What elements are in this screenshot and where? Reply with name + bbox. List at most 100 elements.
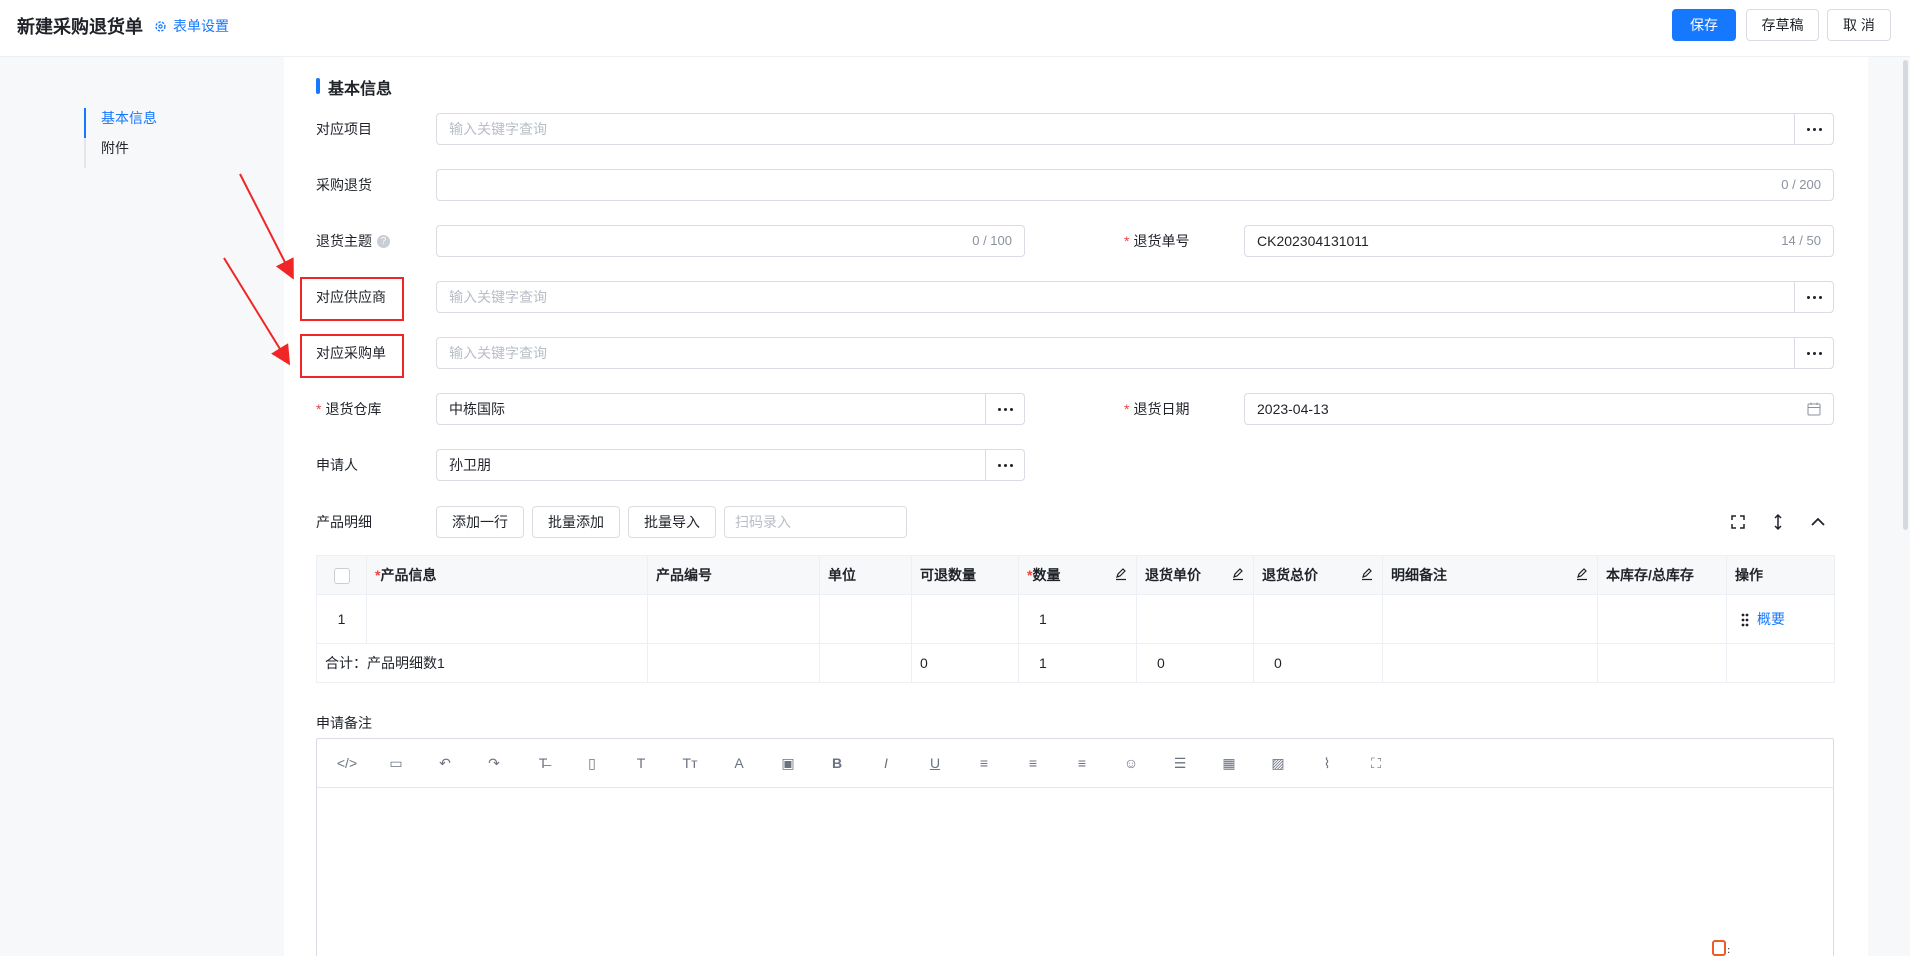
edit-icon[interactable]: [1114, 567, 1128, 581]
purchase-return-input[interactable]: 0 / 200: [436, 169, 1834, 201]
applicant-value: 孙卫朋: [449, 457, 491, 473]
applicant-input[interactable]: 孙卫朋: [436, 449, 1025, 481]
background-color-icon[interactable]: ▣: [778, 753, 798, 773]
applicant-more-button[interactable]: [985, 449, 1025, 481]
section-title: 基本信息: [316, 75, 392, 99]
document-icon[interactable]: ▯: [582, 753, 602, 773]
subject-input[interactable]: 0 / 100: [436, 225, 1025, 257]
cancel-button[interactable]: 取 消: [1827, 9, 1891, 41]
fullscreen-icon[interactable]: ⛶: [1366, 753, 1386, 773]
summary-total: 0: [1253, 643, 1383, 683]
cell-price[interactable]: [1136, 594, 1254, 644]
cell-qty[interactable]: 1: [1018, 594, 1137, 644]
edit-icon[interactable]: [1575, 567, 1589, 581]
more-icon: [1806, 295, 1822, 299]
anchor-item-attachments[interactable]: 附件: [86, 138, 157, 168]
return-date-picker[interactable]: 2023-04-13: [1244, 393, 1834, 425]
help-icon[interactable]: ?: [377, 234, 390, 248]
align-right-icon[interactable]: ≡: [1072, 753, 1092, 773]
products-label: 产品明细: [316, 514, 372, 530]
project-label: 对应项目: [316, 121, 372, 137]
bold-icon[interactable]: B: [827, 753, 847, 773]
collapse-icon[interactable]: [1808, 512, 1828, 532]
edit-icon[interactable]: [1231, 567, 1245, 581]
scan-input[interactable]: 扫码录入: [724, 506, 907, 538]
supplier-more-button[interactable]: [1794, 281, 1834, 313]
form-settings-link[interactable]: 表单设置: [154, 16, 229, 36]
return-date-value: 2023-04-13: [1257, 401, 1329, 417]
image-icon[interactable]: ▨: [1268, 753, 1288, 773]
return-no-label-text: 退货单号: [1133, 233, 1190, 249]
purchase-order-input[interactable]: 输入关键字查询: [436, 337, 1834, 369]
attachment-icon[interactable]: ⌇: [1317, 753, 1337, 773]
warehouse-label: * 退货仓库: [316, 393, 381, 425]
col-return-total: 退货总价: [1253, 555, 1383, 595]
summary-link[interactable]: 概要: [1757, 611, 1785, 627]
required-mark: *: [1124, 401, 1130, 417]
strikethrough-icon[interactable]: T̶: [533, 753, 553, 773]
char-count: 0 / 200: [1781, 177, 1821, 192]
page-header: 新建采购退货单 表单设置 保存 存草稿 取 消: [0, 0, 1910, 57]
warehouse-value: 中栋国际: [449, 401, 505, 417]
supplier-placeholder: 输入关键字查询: [449, 289, 547, 305]
cell-returnable: [911, 594, 1019, 644]
batch-add-button[interactable]: 批量添加: [532, 506, 620, 538]
cell-code: [647, 594, 820, 644]
project-more-button[interactable]: [1794, 113, 1834, 145]
return-no-input[interactable]: CK202304131011 14 / 50: [1244, 225, 1834, 257]
line-height-icon[interactable]: ☰: [1170, 753, 1190, 773]
rich-text-editor[interactable]: </> ▭ ↶ ↷ T̶ ▯ T Tт A ▣ B I U ≡ ≡ ≡ ☺ ☰ …: [316, 738, 1834, 956]
more-icon: [997, 463, 1013, 467]
save-draft-button[interactable]: 存草稿: [1746, 9, 1819, 41]
project-input[interactable]: 输入关键字查询: [436, 113, 1834, 145]
font-size-icon[interactable]: Tт: [680, 753, 700, 773]
col-returnable-qty: 可退数量: [911, 555, 1019, 595]
row-height-icon[interactable]: [1768, 512, 1788, 532]
emoji-icon[interactable]: ☺: [1121, 753, 1141, 773]
select-all-checkbox[interactable]: [333, 567, 350, 584]
drag-handle-icon[interactable]: [1741, 613, 1749, 627]
summary-row: 合计：产品明细数1 0 1 0 0: [316, 643, 1835, 683]
template-icon[interactable]: ▭: [386, 753, 406, 773]
font-color-icon[interactable]: A: [729, 753, 749, 773]
edit-icon[interactable]: [1360, 567, 1374, 581]
redo-icon[interactable]: ↷: [484, 753, 504, 773]
cell-total[interactable]: [1253, 594, 1383, 644]
purchase-return-label: 采购退货: [316, 177, 372, 193]
col-item-remark: 明细备注: [1382, 555, 1598, 595]
align-center-icon[interactable]: ≡: [1023, 753, 1043, 773]
cell-remark[interactable]: [1382, 594, 1598, 644]
warehouse-more-button[interactable]: [985, 393, 1025, 425]
col-unit: 单位: [819, 555, 912, 595]
cell-product[interactable]: [366, 594, 648, 644]
add-row-button[interactable]: 添加一行: [436, 506, 524, 538]
summary-price: 0: [1136, 643, 1254, 683]
supplier-input[interactable]: 输入关键字查询: [436, 281, 1834, 313]
italic-icon[interactable]: I: [876, 753, 896, 773]
return-date-label-text: 退货日期: [1133, 401, 1190, 417]
svg-text::: :: [1727, 945, 1730, 956]
anchor-nav: 基本信息 附件: [84, 108, 157, 168]
summary-code: [647, 643, 820, 683]
page-title: 新建采购退货单: [17, 17, 143, 37]
fullscreen-icon[interactable]: [1728, 512, 1748, 532]
code-icon[interactable]: </>: [337, 753, 357, 773]
batch-import-button[interactable]: 批量导入: [628, 506, 716, 538]
underline-icon[interactable]: U: [925, 753, 945, 773]
col-actions: 操作: [1726, 555, 1835, 595]
warehouse-input[interactable]: 中栋国际: [436, 393, 1025, 425]
scrollbar[interactable]: [1903, 60, 1908, 530]
col-stock: 本库存/总库存: [1597, 555, 1727, 595]
save-button[interactable]: 保存: [1672, 9, 1736, 41]
summary-stock: [1597, 643, 1727, 683]
font-icon[interactable]: T: [631, 753, 651, 773]
floating-widget-icon[interactable]: :: [1712, 940, 1732, 956]
purchase-order-more-button[interactable]: [1794, 337, 1834, 369]
anchor-item-basic-info[interactable]: 基本信息: [84, 108, 157, 138]
undo-icon[interactable]: ↶: [435, 753, 455, 773]
summary-label: 合计：产品明细数1: [316, 643, 648, 683]
products-table: *产品信息 产品编号 单位 可退数量 *数量 退货单价 退货总价 明细备注 本库…: [316, 555, 1835, 683]
align-left-icon[interactable]: ≡: [974, 753, 994, 773]
table-icon[interactable]: ▦: [1219, 753, 1239, 773]
more-icon: [997, 407, 1013, 411]
